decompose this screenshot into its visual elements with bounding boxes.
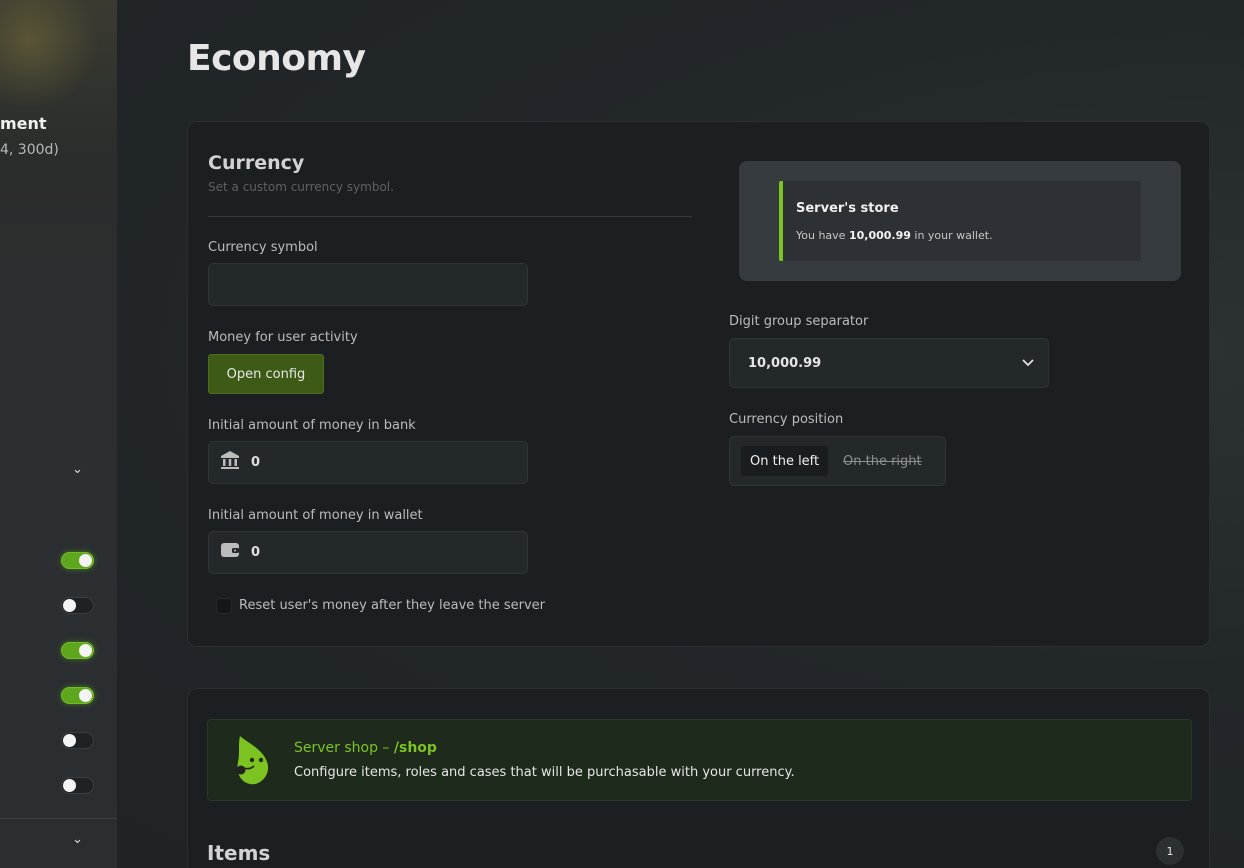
wallet-amount-label: Initial amount of money in wallet [208, 508, 423, 523]
bank-icon [219, 450, 241, 475]
toggle-knob [63, 779, 76, 792]
shop-command: /shop [393, 740, 437, 756]
toggle-knob [63, 599, 76, 612]
shop-title-prefix: Server shop – [294, 740, 394, 756]
currency-symbol-input[interactable] [208, 263, 528, 306]
currency-position-toggle: On the left On the right [729, 436, 946, 486]
currency-section-title: Currency [208, 152, 305, 174]
sidebar-toggle-3[interactable] [61, 642, 94, 659]
sidebar-toggle-1[interactable] [61, 552, 94, 569]
chevron-down-icon [1022, 356, 1034, 371]
items-section-title: Items [207, 841, 271, 865]
currency-section-description: Set a custom currency symbol. [208, 180, 394, 194]
shop-card: Server shop – /shop Configure items, rol… [187, 688, 1210, 868]
currency-position-label: Currency position [729, 412, 844, 427]
position-right-option[interactable]: On the right [834, 446, 931, 476]
toggle-knob [79, 689, 92, 702]
sidebar-divider [0, 818, 117, 819]
store-preview-title: Server's store [796, 201, 899, 216]
toggle-knob [79, 554, 92, 567]
items-count-badge: 1 [1156, 837, 1184, 865]
sidebar: ment 4, 300d) ⌄ ⌄ [0, 0, 117, 868]
sidebar-toggle-5[interactable] [61, 732, 94, 749]
toggle-knob [63, 734, 76, 747]
store-preview-text: You have 10,000.99 in your wallet. [796, 229, 993, 242]
sidebar-toggle-6[interactable] [61, 777, 94, 794]
store-preview-prefix: You have [796, 229, 849, 242]
money-activity-label: Money for user activity [208, 330, 358, 345]
store-preview-embed: Server's store You have 10,000.99 in you… [779, 181, 1141, 261]
open-config-button[interactable]: Open config [208, 354, 324, 394]
chevron-down-icon[interactable]: ⌄ [72, 462, 83, 477]
toggle-knob [79, 644, 92, 657]
page-title: Economy [187, 38, 366, 79]
bank-amount-input[interactable]: 0 [208, 441, 528, 484]
main-content: Economy Currency Set a custom currency s… [117, 0, 1244, 868]
sidebar-module-title: ment [0, 114, 47, 133]
store-preview-suffix: in your wallet. [910, 229, 993, 242]
currency-symbol-label: Currency symbol [208, 240, 318, 255]
reset-money-checkbox[interactable] [216, 598, 232, 614]
currency-card: Currency Set a custom currency symbol. C… [187, 121, 1210, 647]
separator-select[interactable]: 10,000.99 [729, 338, 1049, 388]
wallet-amount-value: 0 [251, 545, 261, 560]
position-left-option[interactable]: On the left [741, 446, 829, 476]
wallet-icon [219, 541, 241, 564]
sidebar-toggle-2[interactable] [61, 597, 94, 614]
sidebar-glow [0, 0, 100, 110]
shop-banner-title: Server shop – /shop [294, 740, 437, 756]
sidebar-module-subtitle: 4, 300d) [0, 142, 59, 158]
bank-amount-value: 0 [251, 455, 261, 470]
separator-value: 10,000.99 [748, 355, 822, 371]
chevron-down-icon[interactable]: ⌄ [72, 832, 83, 847]
wallet-amount-input[interactable]: 0 [208, 531, 528, 574]
separator-label: Digit group separator [729, 314, 869, 329]
reset-money-label: Reset user's money after they leave the … [239, 598, 546, 613]
bank-amount-label: Initial amount of money in bank [208, 418, 416, 433]
shop-banner-description: Configure items, roles and cases that wi… [294, 765, 795, 780]
store-preview: Server's store You have 10,000.99 in you… [739, 161, 1181, 281]
shop-banner: Server shop – /shop Configure items, rol… [207, 719, 1192, 801]
leaf-mascot-icon [236, 736, 269, 785]
sidebar-toggle-4[interactable] [61, 687, 94, 704]
section-divider [208, 216, 692, 217]
store-preview-amount: 10,000.99 [848, 229, 911, 242]
